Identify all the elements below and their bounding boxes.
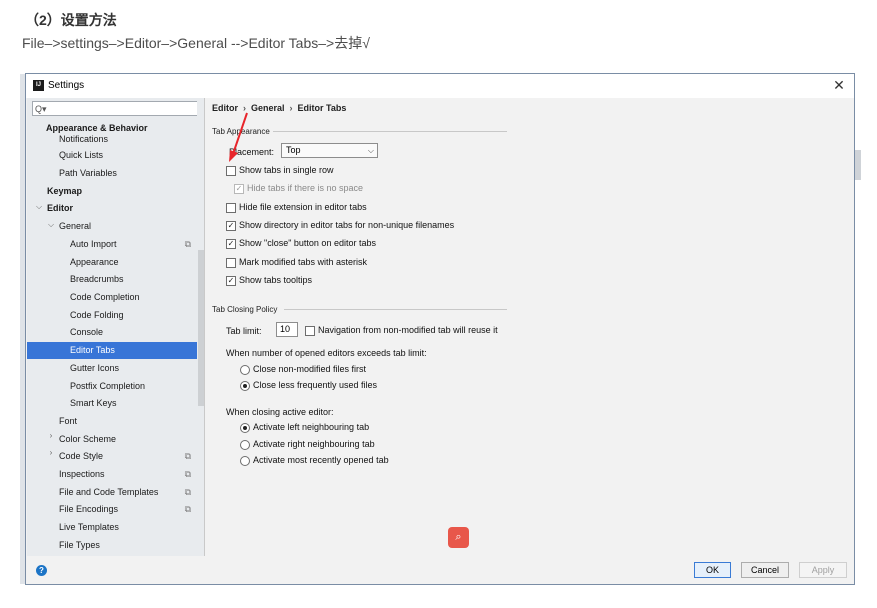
chevron-right-icon[interactable]: › — [46, 448, 56, 457]
annotation-arrow-icon — [229, 112, 248, 162]
chevron-down-icon[interactable]: ⌵ — [46, 220, 56, 230]
chevron-right-icon[interactable]: › — [46, 431, 56, 440]
